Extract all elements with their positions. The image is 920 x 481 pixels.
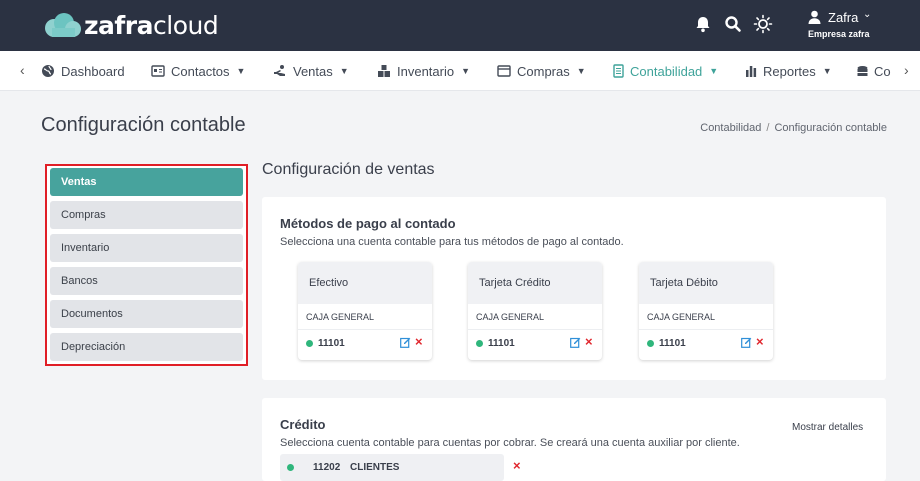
contacts-icon bbox=[151, 65, 165, 77]
settings-side-menu: Ventas Compras Inventario Bancos Documen… bbox=[45, 164, 248, 366]
bell-icon[interactable] bbox=[693, 14, 713, 34]
breadcrumb-contabilidad[interactable]: Contabilidad bbox=[700, 122, 761, 134]
account-code: 11101 bbox=[318, 338, 345, 349]
chevron-down-icon: ⌄ bbox=[863, 9, 872, 20]
payment-method-card: Efectivo CAJA GENERAL 11101 × bbox=[298, 262, 432, 360]
user-icon bbox=[808, 10, 821, 24]
nav-compras[interactable]: Compras ▼ bbox=[497, 51, 586, 90]
side-item-bancos[interactable]: Bancos bbox=[50, 267, 243, 295]
breadcrumb-current: Configuración contable bbox=[774, 122, 887, 134]
nav-compras-label: Compras bbox=[517, 63, 570, 79]
payment-method-name: Tarjeta Débito bbox=[639, 262, 773, 304]
side-item-depreciacion[interactable]: Depreciación bbox=[50, 333, 243, 361]
nav-dashboard[interactable]: Dashboard bbox=[41, 51, 125, 90]
status-dot bbox=[647, 340, 654, 347]
sun-icon[interactable] bbox=[753, 14, 773, 34]
user-menu[interactable]: Zafra ⌄ Empresa zafra bbox=[806, 9, 916, 43]
chart-icon bbox=[746, 66, 757, 77]
side-item-inventario[interactable]: Inventario bbox=[50, 234, 243, 262]
chevron-down-icon: ▼ bbox=[822, 66, 832, 76]
nav-co[interactable]: Co bbox=[857, 51, 891, 90]
section-title: Configuración de ventas bbox=[262, 161, 435, 178]
nav-scroll-left-icon[interactable]: ‹ bbox=[20, 62, 25, 78]
main-nav: ‹ Dashboard Contactos ▼ Ventas ▼ Inventa… bbox=[0, 51, 920, 91]
nav-scroll-right-icon[interactable]: › bbox=[901, 62, 909, 78]
cloud-logo-icon bbox=[45, 13, 81, 37]
nav-inventario-label: Inventario bbox=[397, 63, 455, 79]
nav-inventario[interactable]: Inventario ▼ bbox=[377, 51, 471, 90]
nav-ventas-label: Ventas bbox=[293, 63, 333, 79]
nav-contabilidad[interactable]: Contabilidad ▼ bbox=[613, 51, 719, 90]
payment-method-card: Tarjeta Débito CAJA GENERAL 11101 × bbox=[639, 262, 773, 360]
nav-reportes[interactable]: Reportes ▼ bbox=[745, 51, 832, 90]
company-name: Empresa zafra bbox=[808, 29, 870, 39]
nav-contactos-label: Contactos bbox=[171, 63, 230, 79]
nav-reportes-label: Reportes bbox=[763, 63, 816, 79]
cash-methods-title: Métodos de pago al contado bbox=[280, 216, 456, 231]
payment-method-name: Efectivo bbox=[298, 262, 432, 304]
show-details-link[interactable]: Mostrar detalles bbox=[792, 422, 863, 433]
breadcrumb-separator: / bbox=[766, 122, 770, 134]
cash-methods-description: Selecciona una cuenta contable para tus … bbox=[280, 236, 624, 248]
chevron-down-icon: ▼ bbox=[576, 66, 586, 76]
cart-icon bbox=[497, 65, 511, 77]
nav-contabilidad-label: Contabilidad bbox=[630, 63, 703, 79]
search-icon[interactable] bbox=[723, 14, 743, 34]
account-name: CAJA GENERAL bbox=[468, 304, 602, 330]
account-row: 11101 × bbox=[468, 330, 602, 360]
boxes-icon bbox=[378, 65, 390, 77]
chevron-down-icon: ▼ bbox=[709, 66, 719, 76]
nav-ventas[interactable]: Ventas ▼ bbox=[273, 51, 349, 90]
globe-icon bbox=[42, 65, 54, 77]
coins-icon bbox=[857, 66, 868, 76]
chevron-down-icon: ▼ bbox=[339, 66, 349, 76]
status-dot bbox=[476, 340, 483, 347]
account-row: 11101 × bbox=[639, 330, 773, 360]
credit-account-row: 11202 CLIENTES bbox=[280, 454, 504, 481]
status-dot bbox=[287, 464, 294, 471]
credit-description: Selecciona cuenta contable para cuentas … bbox=[280, 437, 740, 449]
account-row: 11101 × bbox=[298, 330, 432, 360]
edit-icon[interactable] bbox=[741, 337, 752, 348]
status-dot bbox=[306, 340, 313, 347]
credit-account-name: CLIENTES bbox=[350, 462, 400, 473]
credit-title: Crédito bbox=[280, 417, 326, 432]
nav-contactos[interactable]: Contactos ▼ bbox=[151, 51, 246, 90]
delete-icon[interactable]: × bbox=[513, 458, 521, 473]
side-item-compras[interactable]: Compras bbox=[50, 201, 243, 229]
delete-icon[interactable]: × bbox=[585, 334, 593, 349]
top-header: zafracloud Zafra ⌄ Empresa zafra bbox=[0, 0, 920, 51]
payment-method-name: Tarjeta Crédito bbox=[468, 262, 602, 304]
user-name: Zafra bbox=[828, 10, 859, 25]
account-name: CAJA GENERAL bbox=[298, 304, 432, 330]
edit-icon[interactable] bbox=[570, 337, 581, 348]
payment-method-card: Tarjeta Crédito CAJA GENERAL 11101 × bbox=[468, 262, 602, 360]
logo-text: zafracloud bbox=[84, 10, 219, 40]
account-code: 11101 bbox=[488, 338, 515, 349]
hand-icon bbox=[274, 65, 285, 76]
chevron-down-icon: ▼ bbox=[461, 66, 471, 76]
chevron-down-icon: ▼ bbox=[236, 66, 246, 76]
account-code: 11101 bbox=[659, 338, 686, 349]
credit-account-code: 11202 bbox=[313, 462, 341, 473]
delete-icon[interactable]: × bbox=[415, 334, 423, 349]
account-name: CAJA GENERAL bbox=[639, 304, 773, 330]
page-title: Configuración contable bbox=[41, 114, 246, 136]
side-item-ventas[interactable]: Ventas bbox=[50, 168, 243, 196]
edit-icon[interactable] bbox=[400, 337, 411, 348]
nav-co-label: Co bbox=[874, 63, 891, 79]
breadcrumb: Contabilidad / Configuración contable bbox=[700, 122, 887, 134]
app-logo[interactable]: zafracloud bbox=[42, 10, 219, 40]
side-item-documentos[interactable]: Documentos bbox=[50, 300, 243, 328]
ledger-icon bbox=[613, 64, 624, 78]
delete-icon[interactable]: × bbox=[756, 334, 764, 349]
nav-dashboard-label: Dashboard bbox=[61, 63, 125, 79]
